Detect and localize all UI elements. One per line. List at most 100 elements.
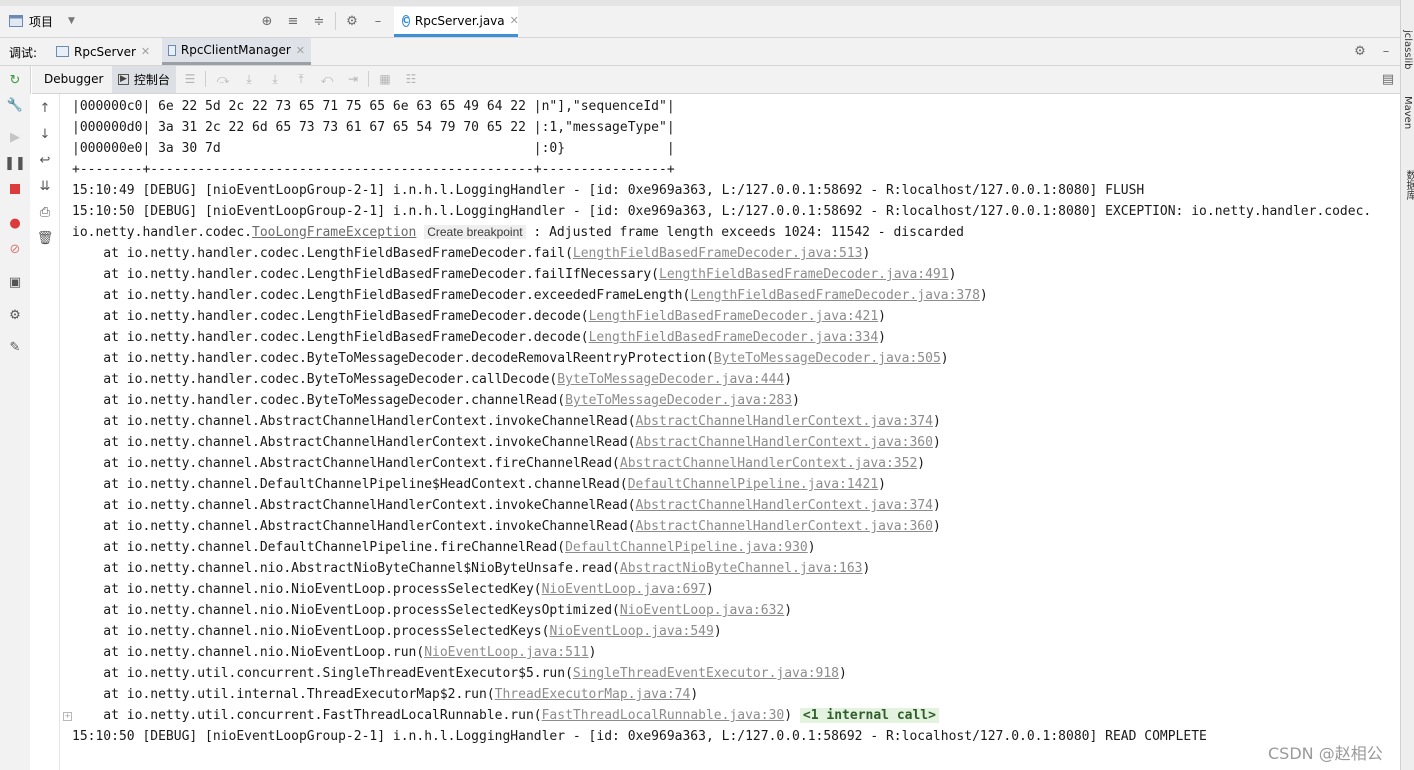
mute-breakpoints-icon[interactable]: ⊘ — [7, 241, 23, 257]
session-tab-rpcserver[interactable]: RpcServer ✕ — [50, 38, 158, 65]
stack-frame: at io.netty.handler.codec.LengthFieldBas… — [72, 264, 956, 285]
source-link[interactable]: AbstractChannelHandlerContext.java:360 — [636, 519, 933, 534]
stack-frame: at io.netty.channel.nio.NioEventLoop.pro… — [72, 621, 721, 642]
run-to-cursor-icon[interactable]: ⇥ — [345, 71, 361, 87]
pause-icon[interactable]: ❚❚ — [4, 155, 26, 171]
stop-icon[interactable] — [7, 181, 23, 197]
editor-tab-rpcserver[interactable]: C RpcServer.java ✕ — [394, 7, 519, 37]
stack-frame-suffix: ) — [862, 561, 871, 576]
editor-tab-label: RpcServer.java — [414, 13, 505, 28]
minimize-icon[interactable]: – — [370, 13, 386, 29]
gear-icon[interactable]: ⚙ — [1352, 43, 1368, 59]
session-tab-rpcclientmanager[interactable]: RpcClientManager ✕ — [162, 38, 311, 65]
stack-frame-suffix: ) — [784, 372, 793, 387]
tab-console[interactable]: ▶ 控制台 — [112, 66, 176, 93]
drop-frame-icon[interactable]: ⤺ — [319, 71, 335, 87]
stack-frame-method: at io.netty.channel.nio.NioEventLoop.pro… — [72, 624, 550, 639]
rerun-icon[interactable]: ↻ — [7, 72, 23, 88]
source-link[interactable]: AbstractChannelHandlerContext.java:374 — [636, 498, 933, 513]
debug-actions-gutter — [0, 66, 31, 770]
database-tool-button[interactable]: 数据库 — [1402, 170, 1414, 200]
soft-wrap-icon[interactable]: ↩ — [37, 152, 53, 168]
close-icon[interactable]: ✕ — [510, 14, 519, 27]
console-line: 15:10:50 [DEBUG] [nioEventLoopGroup-2-1]… — [72, 204, 1372, 219]
stack-frame-method: at io.netty.channel.DefaultChannelPipeli… — [72, 540, 566, 555]
internal-call-badge[interactable]: <1 internal call> — [799, 708, 939, 723]
source-link[interactable]: DefaultChannelPipeline.java:1421 — [628, 477, 878, 492]
gear-icon[interactable]: ⚙ — [344, 13, 360, 29]
source-link[interactable]: NioEventLoop.java:511 — [424, 645, 588, 660]
show-execution-point-icon[interactable]: ☰ — [182, 71, 198, 87]
stack-frame-suffix: ) — [878, 330, 886, 345]
source-link[interactable]: NioEventLoop.java:697 — [542, 582, 706, 597]
settings-icon[interactable]: ⚙ — [7, 307, 23, 323]
source-link[interactable]: LengthFieldBasedFrameDecoder.java:491 — [659, 267, 949, 282]
window-top-strip — [0, 0, 1400, 6]
source-link[interactable]: NioEventLoop.java:549 — [549, 624, 713, 639]
create-breakpoint-hint[interactable]: Create breakpoint — [424, 225, 526, 239]
project-view-button[interactable]: 项目 ▼ — [8, 12, 75, 30]
stack-frame-suffix: ) — [878, 309, 886, 324]
scroll-to-end-icon[interactable]: ⇊ — [37, 178, 53, 194]
stack-frame-method: at io.netty.handler.codec.LengthFieldBas… — [72, 309, 589, 324]
console-output[interactable]: |000000c0| 6e 22 5d 2c 22 73 65 71 75 65… — [72, 96, 1400, 770]
step-into-icon[interactable]: ⤓ — [241, 71, 257, 87]
source-link[interactable]: LengthFieldBasedFrameDecoder.java:378 — [690, 288, 980, 303]
source-link[interactable]: FastThreadLocalRunnable.java:30 — [542, 708, 785, 723]
close-icon[interactable]: ✕ — [296, 44, 305, 57]
stack-frame-suffix: ) — [784, 708, 793, 723]
stack-frame: at io.netty.channel.AbstractChannelHandl… — [72, 495, 940, 516]
stack-frame: at io.netty.channel.AbstractChannelHandl… — [72, 516, 940, 537]
evaluate-expression-icon[interactable]: ▦ — [377, 71, 393, 87]
stack-frame: at io.netty.util.internal.ThreadExecutor… — [72, 684, 698, 705]
stack-frame-suffix: ) — [690, 687, 699, 702]
step-out-icon[interactable]: ⤒ — [293, 71, 309, 87]
source-link[interactable]: LengthFieldBasedFrameDecoder.java:513 — [573, 246, 863, 261]
fold-expand-icon[interactable]: + — [63, 712, 72, 721]
source-link[interactable]: SingleThreadEventExecutor.java:918 — [573, 666, 839, 681]
stack-frame: at io.netty.channel.AbstractChannelHandl… — [72, 453, 925, 474]
source-link[interactable]: LengthFieldBasedFrameDecoder.java:421 — [589, 309, 879, 324]
stack-frame-suffix: ) — [878, 477, 886, 492]
maven-tool-button[interactable]: Maven — [1402, 96, 1413, 129]
source-link[interactable]: AbstractChannelHandlerContext.java:360 — [636, 435, 933, 450]
exception-class-link[interactable]: TooLongFrameException — [252, 225, 416, 240]
stack-frame-method: at io.netty.util.concurrent.FastThreadLo… — [72, 708, 542, 723]
tab-debugger[interactable]: Debugger — [44, 72, 103, 86]
locate-target-icon[interactable]: ⊕ — [259, 13, 275, 29]
source-link[interactable]: AbstractNioByteChannel.java:163 — [620, 561, 863, 576]
scroll-down-icon[interactable]: ↓ — [37, 126, 53, 142]
toolbar-divider — [368, 71, 369, 87]
source-link[interactable]: AbstractChannelHandlerContext.java:374 — [636, 414, 933, 429]
source-link[interactable]: NioEventLoop.java:632 — [620, 603, 784, 618]
scroll-up-icon[interactable]: ↑ — [37, 100, 53, 116]
stack-frame: at io.netty.handler.codec.LengthFieldBas… — [72, 285, 987, 306]
source-link[interactable]: ThreadExecutorMap.java:74 — [495, 687, 691, 702]
source-link[interactable]: LengthFieldBasedFrameDecoder.java:334 — [589, 330, 879, 345]
resume-icon[interactable]: ▶ — [7, 129, 23, 145]
expand-all-icon[interactable]: ≡ — [285, 13, 301, 29]
stack-frame-suffix: ) — [588, 645, 597, 660]
stack-frame-method: at io.netty.channel.DefaultChannelPipeli… — [72, 477, 628, 492]
close-icon[interactable]: ✕ — [141, 45, 150, 58]
layout-settings-icon[interactable]: ▤ — [1380, 71, 1396, 87]
stack-frame-method: at io.netty.handler.codec.LengthFieldBas… — [72, 267, 659, 282]
source-link[interactable]: AbstractChannelHandlerContext.java:352 — [620, 456, 917, 471]
source-link[interactable]: ByteToMessageDecoder.java:444 — [557, 372, 784, 387]
clear-icon[interactable]: 🗑 — [37, 230, 54, 246]
screenshot-icon[interactable]: ▣ — [7, 274, 23, 290]
jclasslib-tool-button[interactable]: jclasslib — [1402, 30, 1413, 70]
print-icon[interactable]: ⎙ — [37, 204, 53, 220]
stack-frame-method: at io.netty.channel.nio.NioEventLoop.pro… — [72, 582, 542, 597]
step-over-icon[interactable]: ⤼ — [215, 71, 231, 87]
source-link[interactable]: ByteToMessageDecoder.java:505 — [714, 351, 941, 366]
collapse-all-icon[interactable]: ≑ — [311, 13, 327, 29]
minimize-icon[interactable]: – — [1378, 43, 1394, 59]
pin-icon[interactable]: ✎ — [7, 339, 23, 355]
source-link[interactable]: ByteToMessageDecoder.java:283 — [565, 393, 792, 408]
force-step-into-icon[interactable]: ⤓ — [267, 71, 283, 87]
source-link[interactable]: DefaultChannelPipeline.java:930 — [565, 540, 808, 555]
view-breakpoints-icon[interactable]: ● — [7, 215, 23, 231]
settings-wrench-icon[interactable]: 🔧 — [7, 97, 23, 113]
trace-icon[interactable]: ☷ — [403, 71, 419, 87]
